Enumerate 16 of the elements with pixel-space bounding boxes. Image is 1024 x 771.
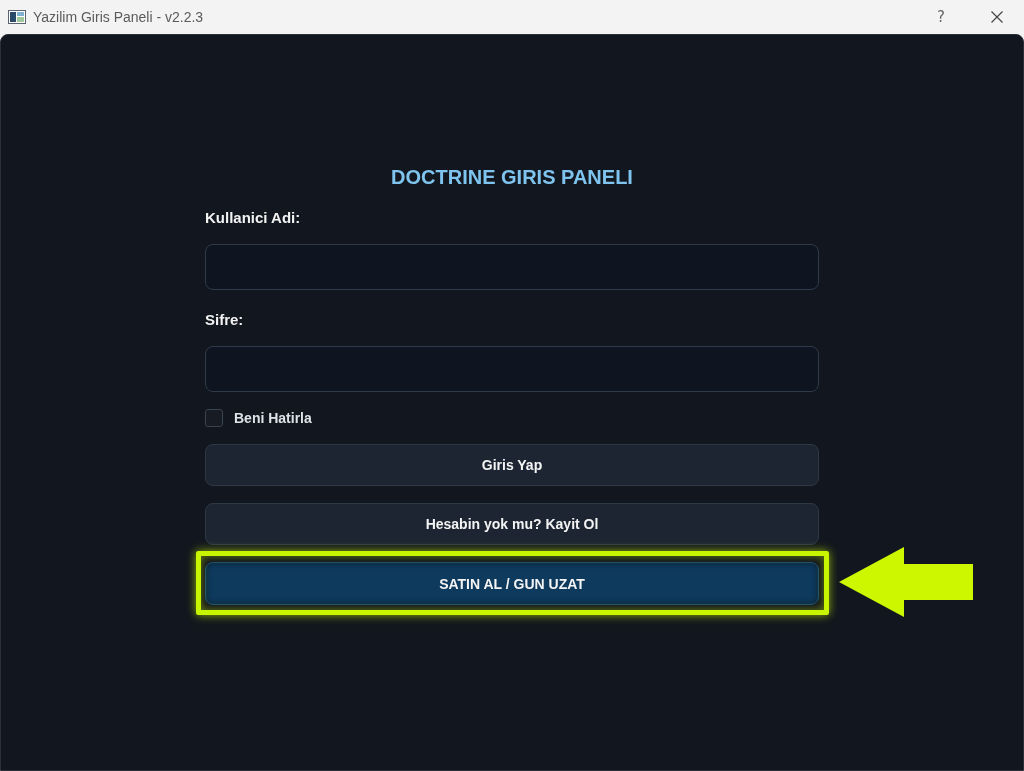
input-field[interactable] — [205, 244, 819, 290]
arrow-icon — [839, 547, 973, 617]
form-button[interactable]: Hesabin yok mu? Kayit Ol — [205, 503, 819, 545]
form-button[interactable]: Giris Yap — [205, 444, 819, 486]
input-field[interactable] — [205, 346, 819, 392]
field-label: Kullanici Adi: — [205, 209, 301, 227]
field-label: Sifre: — [205, 311, 244, 329]
checkbox-label: Beni Hatirla — [234, 410, 312, 426]
form-heading: DOCTRINE GIRIS PANELI — [391, 165, 633, 189]
form-button[interactable]: SATIN AL / GUN UZAT — [205, 562, 819, 605]
app-icon — [8, 10, 26, 24]
close-icon — [991, 11, 1003, 23]
help-button[interactable]: ? — [931, 6, 951, 28]
close-button[interactable] — [990, 10, 1004, 24]
remember-checkbox[interactable] — [205, 409, 223, 427]
window-title: Yazilim Giris Paneli - v2.2.3 — [33, 9, 204, 25]
